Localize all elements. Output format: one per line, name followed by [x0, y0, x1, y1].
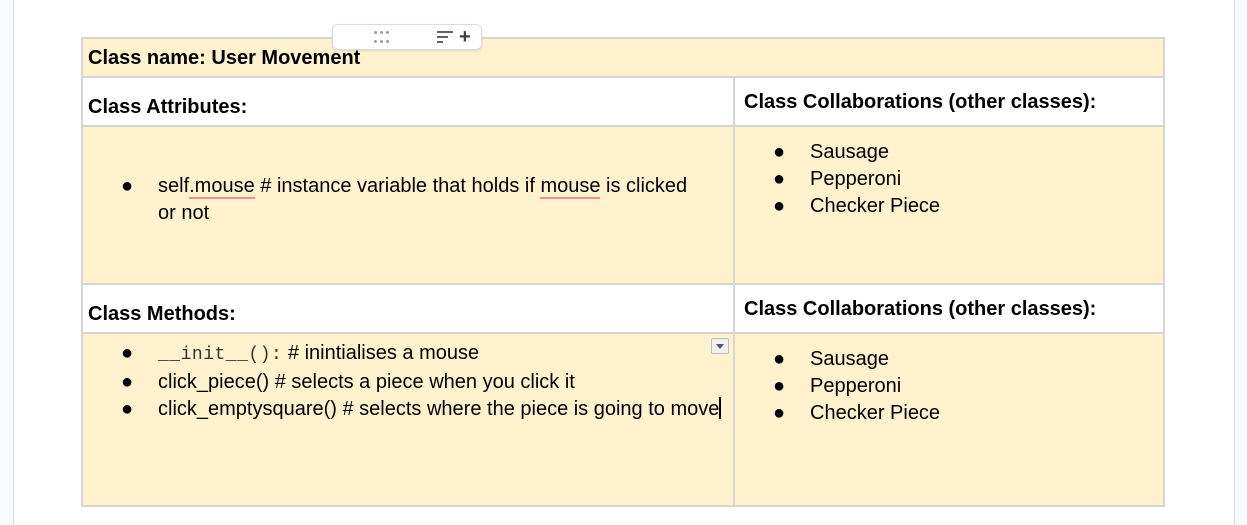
method-comment: # inintialises a mouse: [282, 342, 480, 364]
bullet: ●: [121, 175, 134, 197]
attributes-cell[interactable]: ● self.mouse # instance variable that ho…: [81, 125, 735, 285]
attr-text: # instance variable that holds if: [254, 175, 541, 197]
list-item: ● Checker Piece: [735, 193, 940, 220]
bullet: ●: [773, 402, 786, 424]
bullet: ●: [773, 348, 786, 370]
list-item: ● Pepperoni: [735, 373, 940, 400]
list-item: ● __init__(): # inintialises a mouse: [83, 340, 723, 369]
list-item: ● click_emptysquare() # selects where the…: [83, 396, 723, 423]
methods-header: Class Methods:: [88, 303, 236, 325]
bullet: ●: [773, 141, 786, 163]
class-name-label: Class name: User Movement: [88, 47, 361, 69]
collab-header-cell-2[interactable]: Class Collaborations (other classes):: [732, 283, 1166, 334]
add-icon[interactable]: +: [459, 26, 471, 48]
collab-item: Pepperoni: [810, 168, 902, 190]
methods-cell[interactable]: ● __init__(): # inintialises a mouse ● cli…: [81, 332, 735, 507]
methods-list: ● __init__(): # inintialises a mouse ● cli…: [83, 340, 723, 423]
method-text: click_piece() # selects a piece when you…: [158, 371, 575, 393]
chevron-down-icon[interactable]: [711, 338, 729, 354]
collab-item: Sausage: [810, 348, 889, 370]
bullet: ●: [773, 195, 786, 217]
attributes-header-cell[interactable]: Class Attributes:: [81, 76, 735, 127]
collab-header-2: Class Collaborations (other classes):: [744, 298, 1097, 320]
bullet: ●: [121, 342, 134, 364]
method-text: click_emptysquare() # selects where the …: [158, 398, 720, 420]
list-item: ● Sausage: [735, 346, 940, 373]
attributes-list: ● self.mouse # instance variable that ho…: [83, 173, 703, 227]
collab-item: Sausage: [810, 141, 889, 163]
collab-item: Pepperoni: [810, 375, 902, 397]
list-item: ● Pepperoni: [735, 166, 940, 193]
collaborations-list-1: ● Sausage ● Pepperoni ● Checker Piece: [735, 139, 940, 220]
bullet: ●: [121, 371, 134, 393]
table-toolbar: +: [332, 24, 482, 50]
list-item: ● click_piece() # selects a piece when yo…: [83, 369, 723, 396]
bullet: ●: [773, 168, 786, 190]
collab-item: Checker Piece: [810, 402, 941, 424]
class-name-cell[interactable]: Class name: User Movement: [80, 37, 1166, 78]
bullet: ●: [121, 398, 134, 420]
crc-table: Class name: User Movement Class Attribut…: [80, 37, 1166, 507]
list-item: ● Checker Piece: [735, 400, 940, 427]
attr-text: self: [158, 175, 190, 197]
list-item: ● Sausage: [735, 139, 940, 166]
collaborations-cell-2[interactable]: ● Sausage ● Pepperoni ● Checker Piece: [732, 332, 1166, 507]
methods-header-cell[interactable]: Class Methods:: [81, 283, 735, 334]
drag-handle-icon[interactable]: [374, 31, 392, 45]
collaborations-list-2: ● Sausage ● Pepperoni ● Checker Piece: [735, 346, 940, 427]
collab-header-1: Class Collaborations (other classes):: [744, 91, 1097, 113]
sort-icon[interactable]: [437, 31, 453, 45]
collab-header-cell-1[interactable]: Class Collaborations (other classes):: [732, 76, 1166, 127]
text-cursor: [719, 397, 722, 419]
list-item: ● self.mouse # instance variable that ho…: [83, 173, 703, 227]
attributes-header: Class Attributes:: [88, 96, 248, 118]
method-code: __init__():: [158, 345, 283, 365]
collaborations-cell-1[interactable]: ● Sausage ● Pepperoni ● Checker Piece: [732, 125, 1166, 285]
bullet: ●: [773, 375, 786, 397]
collab-item: Checker Piece: [810, 195, 941, 217]
spellcheck-word[interactable]: .mouse: [189, 175, 255, 199]
spellcheck-word[interactable]: mouse: [540, 175, 601, 199]
